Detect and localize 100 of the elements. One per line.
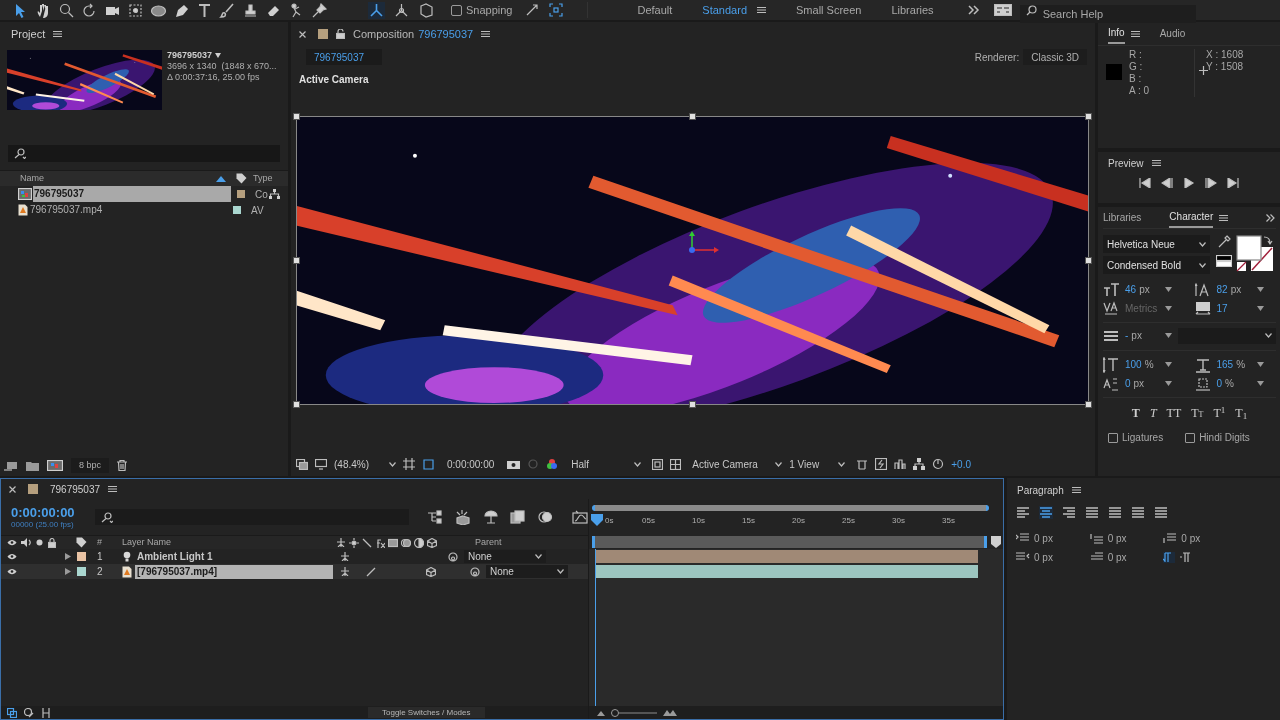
3d-layer-switch-icon[interactable] (427, 537, 437, 548)
zoom-icon[interactable] (58, 1, 75, 19)
indent-value[interactable]: 0 px (1181, 531, 1201, 546)
text-style-button[interactable]: Tt (1191, 404, 1204, 422)
layer-search-field[interactable] (94, 509, 409, 525)
search-help-field[interactable]: Search Help (1019, 5, 1196, 23)
alignment-button[interactable] (1016, 506, 1030, 519)
option-checkbox[interactable]: Ligatures (1108, 430, 1164, 445)
menu-icon[interactable] (1071, 486, 1081, 494)
timeline-toggle-icon[interactable] (894, 458, 907, 470)
time-zoom-slider[interactable] (611, 708, 619, 717)
flowchart-icon[interactable] (913, 458, 926, 470)
rotate-tool-icon[interactable] (81, 1, 98, 19)
transform-handle[interactable] (689, 113, 696, 120)
composition-breadcrumb[interactable]: 796795037 (306, 49, 382, 65)
panel-tab[interactable]: Libraries (1103, 207, 1142, 228)
font-family-dropdown[interactable]: Helvetica Neue (1103, 235, 1210, 253)
option-checkbox[interactable]: Hindi Digits (1185, 430, 1250, 445)
fast-previews-icon[interactable] (875, 458, 888, 470)
reset-exposure-icon[interactable] (932, 458, 945, 470)
menu-icon[interactable] (481, 30, 491, 38)
lock-icon[interactable] (336, 29, 345, 39)
shy-switch-icon[interactable] (336, 538, 346, 547)
previous-frame-icon[interactable] (1161, 178, 1173, 188)
setting-value[interactable]: 46 px (1125, 282, 1165, 297)
trash-icon[interactable] (117, 460, 128, 471)
play-icon[interactable] (1183, 178, 1195, 188)
project-item[interactable]: 796795037.mp4 AV (0, 202, 288, 218)
alignment-button[interactable] (1108, 506, 1122, 519)
alignment-button[interactable] (1154, 506, 1168, 519)
menu-icon[interactable] (108, 485, 118, 493)
draft-3d-icon[interactable] (856, 458, 869, 470)
puppet-pin-icon[interactable] (311, 1, 328, 19)
layer-label-swatch[interactable] (77, 567, 86, 576)
visibility-eye-icon[interactable] (7, 553, 17, 560)
magnification-dropdown[interactable]: (48.4%) (334, 456, 396, 472)
snapping-checkbox[interactable]: Snapping (451, 1, 513, 19)
audio-icon[interactable] (21, 538, 31, 547)
in-out-toggle-icon[interactable] (41, 707, 51, 718)
transform-handle[interactable] (1085, 257, 1092, 264)
indent-value[interactable]: 0 px (1034, 531, 1053, 546)
transfer-controls-toggle-icon[interactable] (24, 707, 34, 718)
label-swatch[interactable] (233, 206, 241, 214)
text-style-button[interactable]: T (1131, 404, 1140, 422)
transform-handle[interactable] (293, 113, 300, 120)
expand-arrow-icon[interactable] (65, 553, 71, 560)
project-search-field[interactable] (8, 145, 280, 162)
shy-layers-icon[interactable] (483, 510, 499, 524)
default-colors-icon[interactable] (1216, 255, 1232, 267)
adjustment-layer-switch-icon[interactable] (414, 537, 424, 548)
transparency-grid-icon[interactable] (670, 458, 682, 470)
zoom-out-icon[interactable] (597, 709, 605, 716)
playhead-marker-icon[interactable] (591, 514, 603, 526)
monitor-icon[interactable] (315, 458, 327, 470)
type-tool-icon[interactable] (196, 1, 213, 19)
quality-switch-icon[interactable] (366, 566, 376, 577)
panel-tab[interactable]: Info (1108, 23, 1125, 44)
always-preview-icon[interactable] (296, 458, 308, 470)
panel-tab[interactable]: Audio (1159, 23, 1186, 44)
dropdown-caret-icon[interactable] (215, 53, 222, 58)
frame-blend-switch-icon[interactable] (388, 537, 398, 548)
menu-icon[interactable] (53, 30, 63, 38)
new-composition-icon[interactable] (47, 460, 63, 471)
layer-row[interactable]: 1 Ambient Light 1 None (1, 549, 588, 564)
transform-handle[interactable] (293, 401, 300, 408)
layer-row[interactable]: 2 [796795037.mp4] None (1, 564, 588, 579)
workspace-tab[interactable]: Standard (702, 1, 747, 19)
indent-value[interactable]: 0 px (1034, 550, 1053, 565)
color-channels-icon[interactable] (546, 458, 559, 470)
resolution-dropdown[interactable]: Half (571, 456, 642, 472)
region-of-interest-icon[interactable] (652, 458, 664, 470)
bit-depth-button[interactable]: 8 bpc (71, 458, 110, 473)
font-style-dropdown[interactable]: Condensed Bold (1103, 256, 1210, 274)
new-folder-icon[interactable] (26, 460, 39, 471)
lock-icon[interactable] (48, 537, 56, 548)
collapse-switch-icon[interactable] (349, 537, 359, 548)
workspace-settings-icon[interactable] (993, 4, 1012, 16)
stroke-width-value[interactable]: - px (1125, 328, 1165, 343)
parent-dropdown[interactable]: None (464, 550, 546, 563)
pick-whip-icon[interactable] (448, 551, 458, 562)
indent-value[interactable]: 0 px (1107, 550, 1127, 565)
label-tag-icon[interactable] (236, 173, 247, 184)
solo-icon[interactable] (36, 539, 43, 546)
workspace-tab[interactable]: Small Screen (796, 1, 862, 19)
transform-handle[interactable] (689, 401, 696, 408)
menu-icon[interactable] (1151, 159, 1161, 167)
eyedropper-icon[interactable] (1217, 235, 1231, 249)
label-tag-icon[interactable] (76, 537, 87, 548)
layer-switches-toggle-icon[interactable] (7, 707, 17, 718)
text-style-button[interactable]: T$_{1}$ (1235, 404, 1248, 422)
setting-value[interactable]: 0 % (1216, 376, 1257, 391)
right-to-left-icon[interactable] (1179, 552, 1192, 563)
expand-arrow-icon[interactable] (65, 568, 71, 575)
pan-behind-tool-icon[interactable] (127, 1, 144, 19)
motion-blur-icon[interactable] (537, 510, 553, 524)
panel-tab[interactable]: Character (1169, 207, 1214, 228)
pick-whip-icon[interactable] (470, 566, 480, 577)
fill-stroke-swatches-icon[interactable] (1236, 235, 1274, 273)
visibility-eye-icon[interactable] (7, 568, 17, 575)
graph-editor-icon[interactable] (572, 510, 588, 524)
